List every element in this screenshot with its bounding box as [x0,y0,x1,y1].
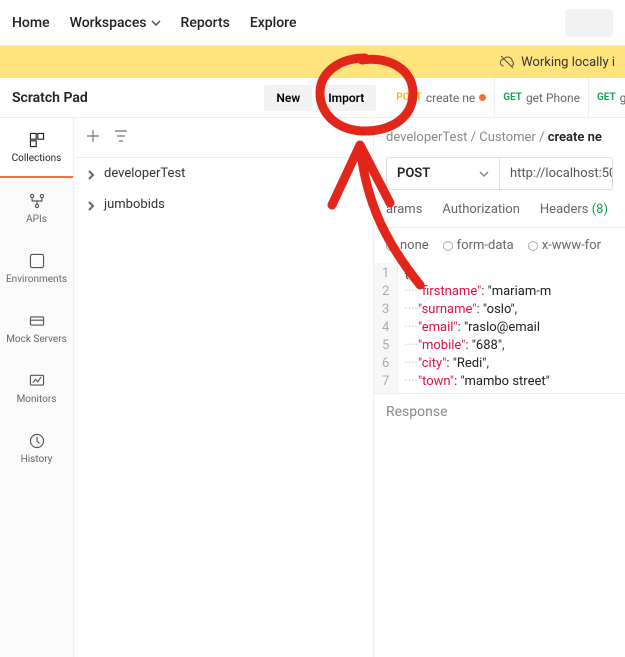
filter-icon[interactable] [114,129,128,147]
apis-icon [28,192,46,210]
breadcrumb: developerTest / Customer / create ne [374,118,625,145]
url-input[interactable]: http://localhost:500 [500,157,613,190]
env-icon [28,252,46,270]
request-tab[interactable]: GETget Phone [495,78,589,117]
tab-headers[interactable]: Headers (8) [540,202,608,217]
sidebar-item-collections[interactable]: Collections [0,118,73,178]
chevron-right-icon [86,200,96,210]
cloud-off-icon [499,54,515,70]
nav-workspaces[interactable]: Workspaces [70,15,161,31]
offline-banner: Working locally i [0,46,625,78]
chevron-down-icon [479,169,489,179]
collection-item[interactable]: jumbobids [74,189,373,220]
new-button[interactable]: New [264,85,312,111]
chevron-down-icon [151,18,161,28]
add-icon[interactable] [86,129,100,147]
request-subtabs: arams Authorization Headers (8) [374,202,625,228]
sidebar-item-monitors[interactable]: Monitors [0,358,73,418]
request-tab[interactable]: POSTcreate ne [388,78,495,117]
nav-home[interactable]: Home [12,15,50,31]
request-content: developerTest / Customer / create ne POS… [374,118,625,657]
sidebar-item-environments[interactable]: Environments [0,238,73,298]
bodytype-form-data[interactable]: form-data [443,238,514,253]
sidebar-item-mock servers[interactable]: Mock Servers [0,298,73,358]
chevron-right-icon [86,169,96,179]
tab-authorization[interactable]: Authorization [442,202,520,217]
request-tabs: POSTcreate neGETget PhoneGETg [388,78,625,117]
response-panel: Response [374,393,625,430]
search-input[interactable] [565,9,613,37]
bodytype-none[interactable]: none [386,238,429,253]
collections-icon [28,131,46,149]
monitors-icon [28,372,46,390]
method-select[interactable]: POST [386,157,500,190]
scratchpad-title: Scratch Pad [0,90,264,106]
request-tab[interactable]: GETg [589,78,625,117]
history-icon [28,432,46,450]
mock-icon [28,312,46,330]
collections-panel: developerTestjumbobids [74,118,374,657]
tab-params[interactable]: arams [386,202,422,217]
top-nav: Home Workspaces Reports Explore [0,0,625,46]
sidebar-item-history[interactable]: History [0,418,73,478]
sidebar-item-apis[interactable]: APIs [0,178,73,238]
left-sidebar: CollectionsAPIsEnvironmentsMock ServersM… [0,118,74,657]
header-row: Scratch Pad New Import POSTcreate neGETg… [0,78,625,118]
nav-reports[interactable]: Reports [181,15,230,31]
body-type-row: none form-data x-www-for [374,228,625,263]
nav-explore[interactable]: Explore [250,15,297,31]
import-button[interactable]: Import [316,85,376,111]
bodytype-x-www-for[interactable]: x-www-for [528,238,601,253]
collection-item[interactable]: developerTest [74,158,373,189]
request-body-editor[interactable]: 1234567 {····"firstname": "mariam-m····"… [374,263,625,393]
